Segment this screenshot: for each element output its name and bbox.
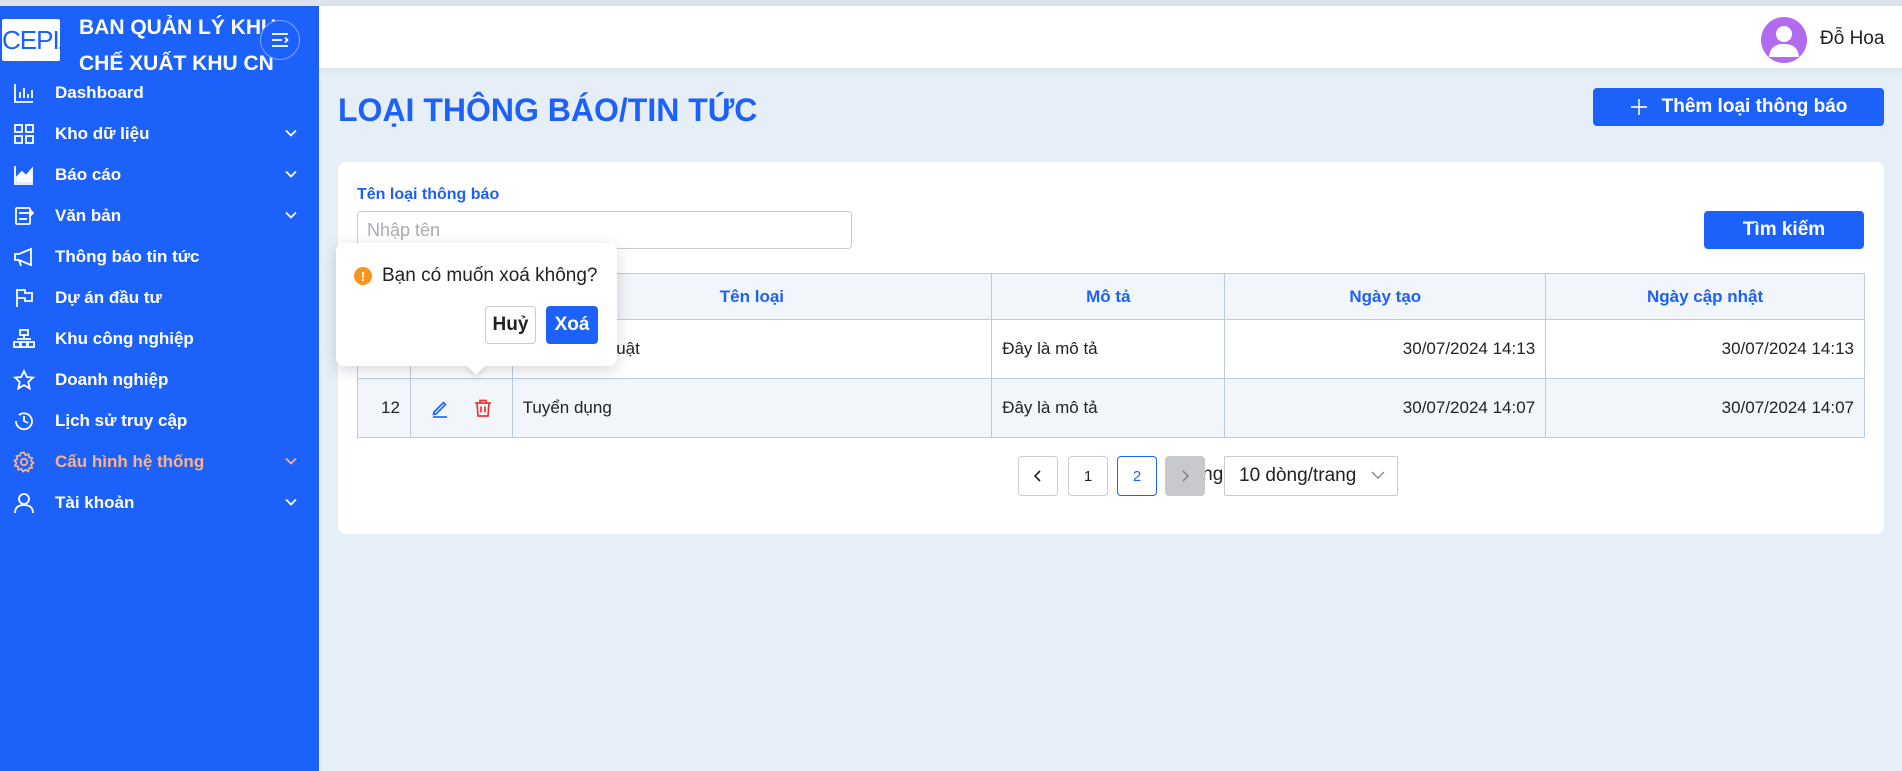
sidebar: CEPIZA BAN QUẢN LÝ KHU CHẾ XUẤT KHU CN D… xyxy=(0,6,319,771)
chevron-down-icon xyxy=(285,170,297,178)
cancel-button[interactable]: Huỷ xyxy=(485,306,536,344)
column-header-ngay-cap-nhat: Ngày cập nhật xyxy=(1545,273,1865,320)
sidebar-item-label: Báo cáo xyxy=(55,164,122,184)
history-icon xyxy=(12,409,36,433)
brand-logo[interactable]: CEPIZA xyxy=(2,19,91,61)
sidebar-item-label: Dự án đầu tư xyxy=(55,287,162,307)
table-row: 12 Tuyển dụng Đây là mô tả 30/07/2024 14… xyxy=(357,378,1865,438)
document-transfer-icon xyxy=(12,204,36,228)
prev-page-button[interactable] xyxy=(1018,456,1058,496)
sidebar-item-dashboard[interactable]: Dashboard xyxy=(0,72,319,113)
page-button-2[interactable]: 2 xyxy=(1117,456,1157,496)
row-updated: 30/07/2024 14:13 xyxy=(1545,319,1865,379)
gear-icon xyxy=(12,450,36,474)
sidebar-item-label: Cấu hình hệ thống xyxy=(55,451,205,471)
row-created: 30/07/2024 14:07 xyxy=(1224,378,1547,438)
sidebar-item-label: Thông báo tin tức xyxy=(55,246,200,266)
add-button-label: Thêm loại thông báo xyxy=(1661,96,1848,117)
sidebar-item-label: Văn bản xyxy=(55,205,122,225)
sidebar-item-cau-hinh-he-thong[interactable]: Cấu hình hệ thống xyxy=(0,441,319,482)
sidebar-item-label: Doanh nghiệp xyxy=(55,369,169,389)
sidebar-item-doanh-nghiep[interactable]: Doanh nghiệp xyxy=(0,359,319,400)
sidebar-item-lich-su-truy-cap[interactable]: Lịch sử truy cập xyxy=(0,400,319,441)
user-icon xyxy=(12,491,36,515)
area-chart-icon xyxy=(12,163,36,187)
chevron-down-icon xyxy=(285,457,297,465)
user-avatar-icon xyxy=(1769,26,1799,57)
column-header-mo-ta: Mô tả xyxy=(991,273,1226,320)
plus-icon xyxy=(1630,99,1647,115)
flag-icon xyxy=(12,286,36,310)
confirm-delete-button[interactable]: Xoá xyxy=(546,306,598,344)
grid-icon xyxy=(12,122,36,146)
top-header xyxy=(319,6,1902,68)
sidebar-item-label: Khu công nghiệp xyxy=(55,328,194,348)
column-header-ngay-tao: Ngày tạo xyxy=(1224,273,1547,320)
sidebar-item-label: Lịch sử truy cập xyxy=(55,410,188,430)
menu-fold-icon xyxy=(272,33,289,47)
megaphone-icon xyxy=(12,245,36,269)
chevron-left-icon xyxy=(1033,470,1041,482)
sidebar-item-thong-bao-tin-tuc[interactable]: Thông báo tin tức xyxy=(0,236,319,277)
sidebar-item-label: Dashboard xyxy=(55,82,144,102)
pagination: Tổng cộng 12 bản ghi 1 2 xyxy=(357,456,1865,496)
username[interactable]: Đỗ Hoa xyxy=(1820,28,1884,50)
next-page-button[interactable] xyxy=(1165,456,1205,496)
add-notification-type-button[interactable]: Thêm loại thông báo xyxy=(1593,88,1884,126)
sidebar-item-van-ban[interactable]: Văn bản xyxy=(0,195,319,236)
page-size-value: 10 dòng/trang xyxy=(1239,465,1357,486)
sidebar-item-kho-du-lieu[interactable]: Kho dữ liệu xyxy=(0,113,319,154)
cluster-icon xyxy=(12,327,36,351)
brand: CEPIZA BAN QUẢN LÝ KHU CHẾ XUẤT KHU CN xyxy=(0,6,319,75)
page-title: LOẠI THÔNG BÁO/TIN TỨC xyxy=(338,92,758,128)
chevron-right-icon xyxy=(1182,470,1190,482)
row-id: 12 xyxy=(357,378,411,438)
exclamation-circle-icon: ! xyxy=(354,267,372,285)
popconfirm-message: ! Bạn có muốn xoá không? xyxy=(354,265,598,287)
row-name: Tuyển dụng xyxy=(511,378,993,438)
sidebar-menu: Dashboard Kho dữ liệu Báo cáo Văn bản Th… xyxy=(0,72,319,523)
row-description: Đây là mô tả xyxy=(991,319,1226,379)
popconfirm-text: Bạn có muốn xoá không? xyxy=(382,265,598,286)
sidebar-item-label: Tài khoản xyxy=(55,492,135,512)
row-created: 30/07/2024 14:13 xyxy=(1224,319,1547,379)
page-button-1[interactable]: 1 xyxy=(1068,456,1108,496)
chevron-down-icon xyxy=(285,129,297,137)
sidebar-item-label: Kho dữ liệu xyxy=(55,123,150,143)
row-description: Đây là mô tả xyxy=(991,378,1226,438)
chevron-down-icon xyxy=(285,498,297,506)
sidebar-item-khu-cong-nghiep[interactable]: Khu công nghiệp xyxy=(0,318,319,359)
sidebar-item-tai-khoan[interactable]: Tài khoản xyxy=(0,482,319,523)
row-updated: 30/07/2024 14:07 xyxy=(1545,378,1865,438)
edit-icon[interactable] xyxy=(430,398,450,419)
row-actions xyxy=(409,378,513,438)
brand-title-line1: BAN QUẢN LÝ KHU xyxy=(79,16,277,39)
delete-icon[interactable] xyxy=(473,398,493,418)
avatar[interactable] xyxy=(1761,17,1807,63)
star-icon xyxy=(12,368,36,392)
sidebar-item-bao-cao[interactable]: Báo cáo xyxy=(0,154,319,195)
sidebar-item-du-an-dau-tu[interactable]: Dự án đầu tư xyxy=(0,277,319,318)
search-button[interactable]: Tìm kiếm xyxy=(1704,211,1864,249)
collapse-sidebar-button[interactable] xyxy=(260,20,300,60)
search-field-label: Tên loại thông báo xyxy=(357,186,500,203)
delete-popconfirm: ! Bạn có muốn xoá không? Huỷ Xoá xyxy=(336,243,617,375)
bar-chart-icon xyxy=(12,81,36,105)
chevron-down-icon xyxy=(285,211,297,219)
page-size-select[interactable]: 10 dòng/trang xyxy=(1224,456,1398,496)
chevron-down-icon xyxy=(1371,471,1385,479)
